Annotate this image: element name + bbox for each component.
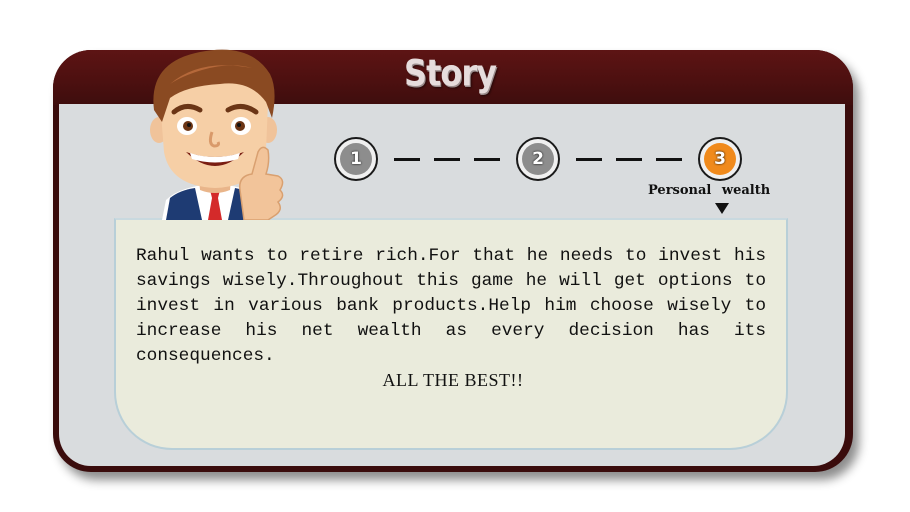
- story-text: Rahul wants to retire rich.For that he n…: [136, 246, 766, 366]
- progress-step-3: 3: [698, 137, 742, 181]
- progress-dash: [394, 158, 420, 161]
- progress-dash: [474, 158, 500, 161]
- triangle-down-icon: [715, 203, 729, 214]
- progress-step-3-number: 3: [704, 143, 736, 175]
- progress-step-2-number: 2: [522, 143, 554, 175]
- progress-dash: [576, 158, 602, 161]
- story-screen: Story 1 2 3 Personal wealth Rahul wants …: [0, 0, 910, 512]
- progress-step-2: 2: [516, 137, 560, 181]
- story-text-panel: Rahul wants to retire rich.For that he n…: [114, 218, 788, 450]
- progress-step-1: 1: [334, 137, 378, 181]
- progress-dash: [656, 158, 682, 161]
- businessman-thumbs-up-icon: [150, 49, 284, 220]
- progress-step-1-number: 1: [340, 143, 372, 175]
- story-closing: ALL THE BEST!!: [382, 370, 524, 390]
- page-title: Story: [404, 51, 497, 95]
- progress-dash: [616, 158, 642, 161]
- progress-dash: [434, 158, 460, 161]
- current-step-label: Personal wealth: [648, 183, 771, 198]
